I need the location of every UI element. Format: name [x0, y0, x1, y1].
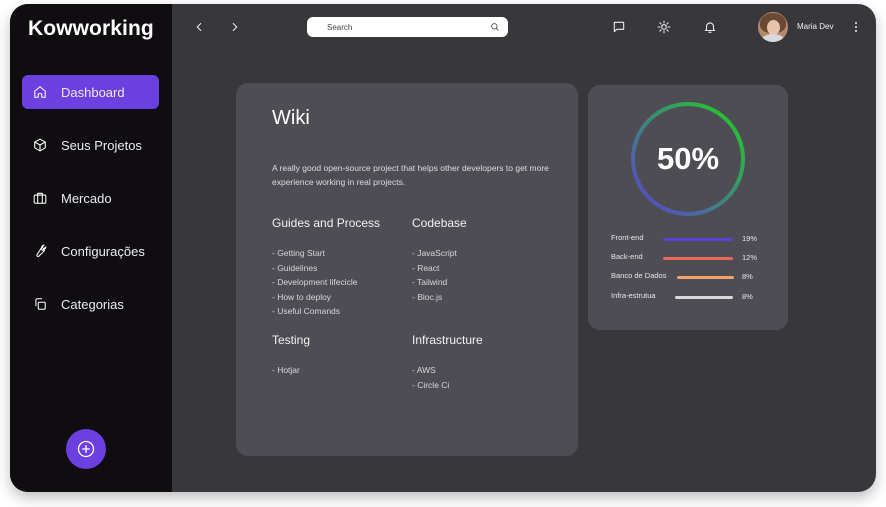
chevron-left-icon	[192, 20, 206, 34]
stat-percent: 12%	[742, 253, 758, 262]
wiki-section-infrastructure: Infrastructure - AWS - Circle Ci	[412, 333, 483, 392]
search-input[interactable]	[327, 22, 490, 32]
forward-button[interactable]	[226, 18, 244, 36]
wiki-link[interactable]: - React	[412, 261, 467, 276]
copy-icon	[32, 296, 48, 312]
app-logo: Kowworking	[28, 17, 154, 40]
wiki-section-testing: Testing - Hotjar	[272, 333, 310, 378]
stat-bar	[675, 296, 733, 299]
stat-label: Infra-estrutua	[611, 291, 656, 300]
wiki-card: Wiki A really good open-source project t…	[236, 83, 578, 456]
sidebar-item-configuracoes[interactable]: Configurações	[22, 234, 159, 268]
user-name: Maria Dev	[797, 22, 834, 31]
sidebar-item-label: Dashboard	[61, 84, 125, 100]
sidebar-item-mercado[interactable]: Mercado	[22, 181, 159, 215]
add-button[interactable]	[66, 429, 106, 469]
sidebar-item-dashboard[interactable]: Dashboard	[22, 75, 159, 109]
wiki-section-codebase: Codebase - JavaScript - React - Tailwind…	[412, 216, 467, 304]
wiki-link[interactable]: - Hotjar	[272, 363, 310, 378]
briefcase-icon	[32, 190, 48, 206]
wiki-link[interactable]: - How to deploy	[272, 290, 380, 305]
stat-bar	[663, 238, 733, 241]
progress-card: 50% Front-end 19% Back-end 12% Banco de …	[588, 85, 788, 330]
chevron-right-icon	[228, 20, 242, 34]
plus-circle-icon	[76, 439, 96, 459]
more-options-button[interactable]	[852, 20, 860, 34]
stat-front-end: Front-end 19%	[611, 233, 761, 245]
wiki-link[interactable]: - Guidelines	[272, 261, 380, 276]
box-icon	[32, 137, 48, 153]
stat-percent: 8%	[742, 272, 753, 281]
notifications-button[interactable]	[701, 18, 719, 36]
sidebar-item-label: Categorias	[61, 296, 124, 312]
wiki-link[interactable]: - Getting Start	[272, 246, 380, 261]
more-vertical-icon	[855, 22, 857, 24]
stat-label: Back-end	[611, 252, 643, 261]
section-title: Infrastructure	[412, 333, 483, 347]
avatar[interactable]	[758, 12, 788, 42]
wiki-link[interactable]: - Useful Comands	[272, 304, 380, 319]
app-window: Kowworking Dashboard Seus Projetos Merca…	[10, 4, 876, 492]
wrench-icon	[32, 243, 48, 259]
stat-percent: 19%	[742, 234, 758, 243]
stat-back-end: Back-end 12%	[611, 252, 761, 264]
theme-toggle-button[interactable]	[655, 18, 673, 36]
stat-bar	[663, 257, 733, 260]
search-icon[interactable]	[490, 22, 500, 32]
wiki-link[interactable]: - Circle Ci	[412, 378, 483, 393]
stat-banco-de-dados: Banco de Dados 8%	[611, 271, 761, 283]
section-title: Testing	[272, 333, 311, 347]
sidebar-item-label: Mercado	[61, 190, 112, 206]
sun-icon	[657, 20, 671, 34]
sidebar-item-seus-projetos[interactable]: Seus Projetos	[22, 128, 159, 162]
section-title: Guides and Process	[272, 216, 381, 230]
sidebar-item-label: Configurações	[61, 243, 145, 259]
back-button[interactable]	[190, 18, 208, 36]
wiki-link[interactable]: - Tailwind	[412, 275, 467, 290]
search-bar	[307, 17, 508, 37]
wiki-title: Wiki	[272, 107, 310, 129]
messages-button[interactable]	[610, 18, 628, 36]
wiki-description: A really good open-source project that h…	[272, 163, 549, 187]
home-icon	[32, 84, 48, 100]
stat-infra-estrutura: Infra-estrutua 8%	[611, 291, 761, 303]
sidebar: Kowworking Dashboard Seus Projetos Merca…	[10, 4, 172, 492]
sidebar-item-categorias[interactable]: Categorias	[22, 287, 159, 321]
wiki-link[interactable]: - Development lifecicle	[272, 275, 380, 290]
stat-label: Banco de Dados	[611, 271, 667, 280]
wiki-link[interactable]: - AWS	[412, 363, 483, 378]
wiki-link[interactable]: - Bloc.js	[412, 290, 467, 305]
wiki-link[interactable]: - JavaScript	[412, 246, 467, 261]
bell-icon	[703, 20, 717, 34]
wiki-section-guides: Guides and Process - Getting Start - Gui…	[272, 216, 380, 319]
stat-label: Front-end	[611, 233, 644, 242]
chat-icon	[612, 20, 626, 34]
section-title: Codebase	[412, 216, 467, 230]
sidebar-item-label: Seus Projetos	[61, 137, 142, 153]
stat-percent: 8%	[742, 292, 753, 301]
progress-value: 50%	[656, 141, 720, 176]
stat-bar	[677, 276, 734, 279]
